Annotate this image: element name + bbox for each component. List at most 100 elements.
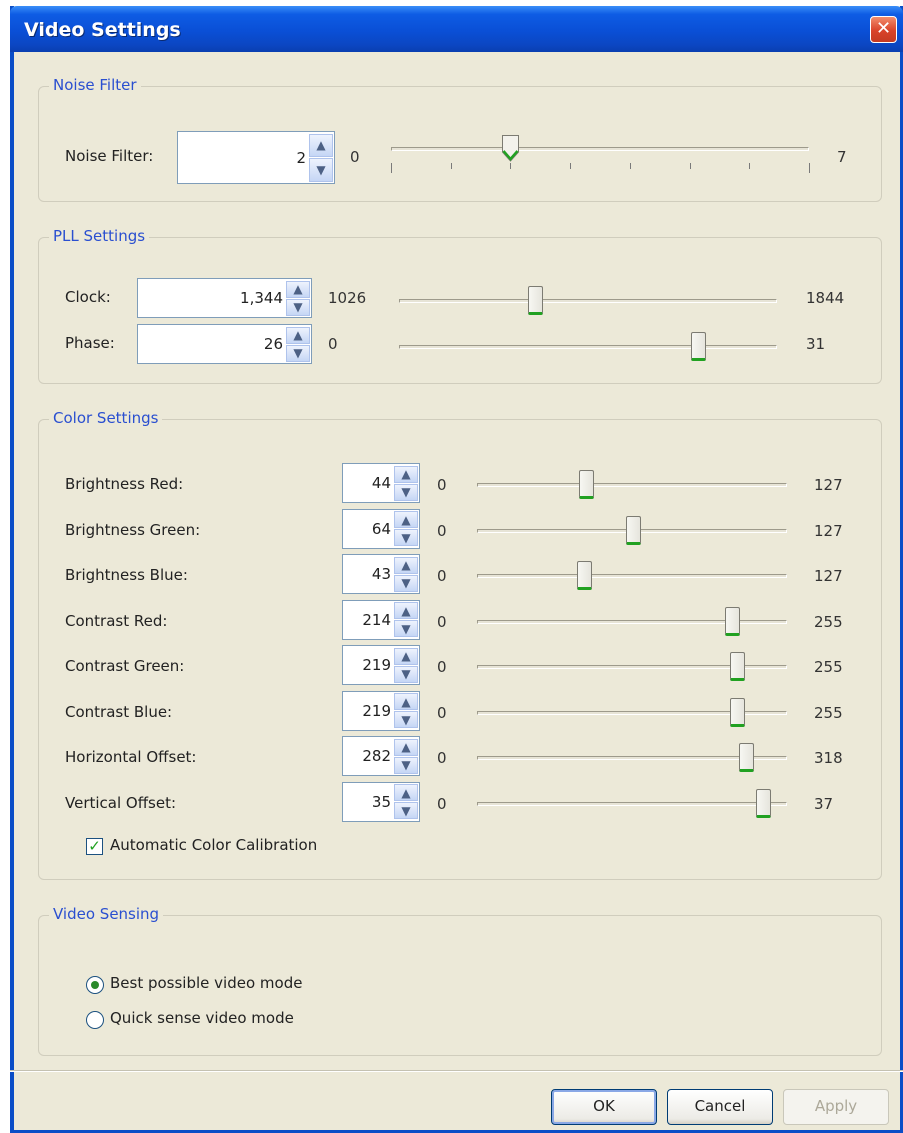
spin-up-icon[interactable]: ▲	[394, 556, 418, 574]
title-bar[interactable]: Video Settings ✕	[10, 6, 903, 52]
vertical-offset-value[interactable]: 35	[347, 783, 391, 821]
brightness-red-max: 127	[814, 476, 843, 494]
spin-up-icon[interactable]: ▲	[394, 693, 418, 710]
spin-up-icon[interactable]: ▲	[394, 784, 418, 801]
noise-filter-spin-buttons: ▲ ▼	[309, 133, 333, 182]
clock-max: 1844	[806, 289, 845, 307]
vertical-offset-min: 0	[437, 794, 447, 813]
contrast-red-slider-track[interactable]	[477, 619, 787, 624]
contrast-green-spinner[interactable]: 219 ▲ ▼	[342, 645, 420, 685]
brightness-red-spinner[interactable]: 44 ▲ ▼	[342, 463, 420, 503]
spin-up-icon[interactable]: ▲	[394, 647, 418, 665]
horizontal-offset-spinner[interactable]: 282 ▲ ▼	[342, 736, 420, 776]
best-video-mode-label[interactable]: Best possible video mode	[110, 974, 302, 992]
contrast-blue-slider-thumb[interactable]	[730, 697, 746, 727]
quick-sense-video-mode-radio[interactable]	[86, 1011, 104, 1029]
contrast-blue-spinner[interactable]: 219 ▲ ▼	[342, 690, 420, 731]
brightness-red-slider-track[interactable]	[477, 483, 787, 487]
brightness-blue-slider-track[interactable]	[477, 574, 787, 578]
brightness-blue-max: 127	[814, 567, 843, 585]
clock-value[interactable]: 1,344	[142, 279, 283, 317]
horizontal-offset-spin-buttons: ▲ ▼	[394, 738, 418, 774]
contrast-red-slider-thumb[interactable]	[724, 606, 740, 636]
spin-up-icon[interactable]: ▲	[394, 465, 418, 483]
phase-slider-thumb[interactable]	[691, 332, 707, 361]
brightness-green-slider-thumb[interactable]	[625, 515, 641, 545]
phase-value[interactable]: 26	[142, 325, 283, 363]
contrast-green-slider-thumb[interactable]	[730, 652, 746, 681]
contrast-red-max: 255	[814, 612, 843, 631]
footer-separator	[10, 1070, 903, 1072]
noise-filter-slider-thumb[interactable]	[501, 134, 520, 163]
spin-up-icon[interactable]: ▲	[394, 738, 418, 756]
spin-up-icon[interactable]: ▲	[309, 133, 333, 157]
phase-max: 31	[806, 335, 826, 353]
contrast-red-value[interactable]: 214	[347, 601, 391, 639]
spin-down-icon[interactable]: ▼	[286, 344, 310, 362]
contrast-blue-value[interactable]: 219	[347, 692, 391, 730]
checkmark-icon: ✓	[88, 837, 101, 855]
spin-down-icon[interactable]: ▼	[394, 529, 418, 546]
contrast-green-min: 0	[437, 658, 447, 676]
horizontal-offset-slider-thumb[interactable]	[738, 743, 754, 772]
slider-tick	[689, 163, 691, 169]
slider-tick	[450, 163, 452, 169]
contrast-red-spinner[interactable]: 214 ▲ ▼	[342, 599, 420, 640]
spin-up-icon[interactable]: ▲	[286, 280, 310, 298]
cancel-button[interactable]: Cancel	[667, 1089, 773, 1125]
spin-up-icon[interactable]: ▲	[394, 602, 418, 619]
spin-down-icon[interactable]: ▼	[394, 665, 418, 683]
auto-color-calibration-checkbox[interactable]: ✓	[86, 838, 103, 855]
brightness-blue-spin-buttons: ▲ ▼	[394, 556, 418, 592]
phase-spinner[interactable]: 26 ▲ ▼	[137, 324, 312, 364]
brightness-green-spinner[interactable]: 64 ▲ ▼	[342, 508, 420, 549]
brightness-blue-spinner[interactable]: 43 ▲ ▼	[342, 554, 420, 594]
brightness-red-value[interactable]: 44	[347, 464, 391, 502]
close-button[interactable]: ✕	[870, 16, 897, 43]
spin-down-icon[interactable]: ▼	[394, 756, 418, 774]
brightness-red-spin-buttons: ▲ ▼	[394, 465, 418, 501]
spin-down-icon[interactable]: ▼	[394, 574, 418, 592]
pll-settings-legend: PLL Settings	[49, 227, 150, 245]
apply-button[interactable]: Apply	[783, 1089, 889, 1125]
color-settings-legend: Color Settings	[49, 409, 163, 427]
quick-sense-video-mode-label[interactable]: Quick sense video mode	[110, 1009, 294, 1027]
brightness-red-slider-thumb[interactable]	[579, 470, 595, 499]
slider-tick	[749, 163, 751, 169]
slider-tick	[570, 163, 572, 169]
clock-spinner[interactable]: 1,344 ▲ ▼	[137, 278, 312, 318]
phase-spin-buttons: ▲ ▼	[286, 326, 310, 362]
spin-down-icon[interactable]: ▼	[394, 620, 418, 637]
clock-slider-thumb[interactable]	[528, 286, 544, 315]
noise-filter-min: 0	[350, 148, 360, 166]
noise-filter-spinner[interactable]: 2 ▲ ▼	[177, 131, 335, 184]
clock-slider-track[interactable]	[399, 299, 777, 303]
clock-spin-buttons: ▲ ▼	[286, 280, 310, 316]
spin-down-icon[interactable]: ▼	[394, 711, 418, 728]
spin-down-icon[interactable]: ▼	[309, 158, 333, 182]
spin-down-icon[interactable]: ▼	[394, 483, 418, 501]
brightness-green-value[interactable]: 64	[347, 510, 391, 548]
vertical-offset-slider-track[interactable]	[477, 801, 787, 806]
noise-filter-slider-track[interactable]	[391, 147, 809, 151]
auto-color-calibration-label[interactable]: Automatic Color Calibration	[110, 836, 317, 854]
spin-down-icon[interactable]: ▼	[286, 298, 310, 316]
brightness-blue-value[interactable]: 43	[347, 555, 391, 593]
video-settings-window: Video Settings ✕ Noise Filter Noise Filt…	[10, 6, 903, 1133]
spin-down-icon[interactable]: ▼	[394, 802, 418, 819]
spin-up-icon[interactable]: ▲	[286, 326, 310, 344]
spin-up-icon[interactable]: ▲	[394, 511, 418, 528]
phase-slider-track[interactable]	[399, 345, 777, 349]
ok-button[interactable]: OK	[551, 1089, 657, 1125]
vertical-offset-max: 37	[814, 794, 834, 813]
horizontal-offset-value[interactable]: 282	[347, 737, 391, 775]
best-video-mode-radio[interactable]	[86, 976, 104, 994]
noise-filter-value[interactable]: 2	[182, 132, 306, 183]
brightness-blue-slider-thumb[interactable]	[576, 561, 592, 590]
slider-tick	[391, 163, 392, 173]
vertical-offset-spinner[interactable]: 35 ▲ ▼	[342, 781, 420, 822]
horizontal-offset-label: Horizontal Offset:	[65, 748, 197, 766]
slider-tick	[629, 163, 631, 169]
vertical-offset-slider-thumb[interactable]	[756, 788, 772, 818]
contrast-green-value[interactable]: 219	[347, 646, 391, 684]
